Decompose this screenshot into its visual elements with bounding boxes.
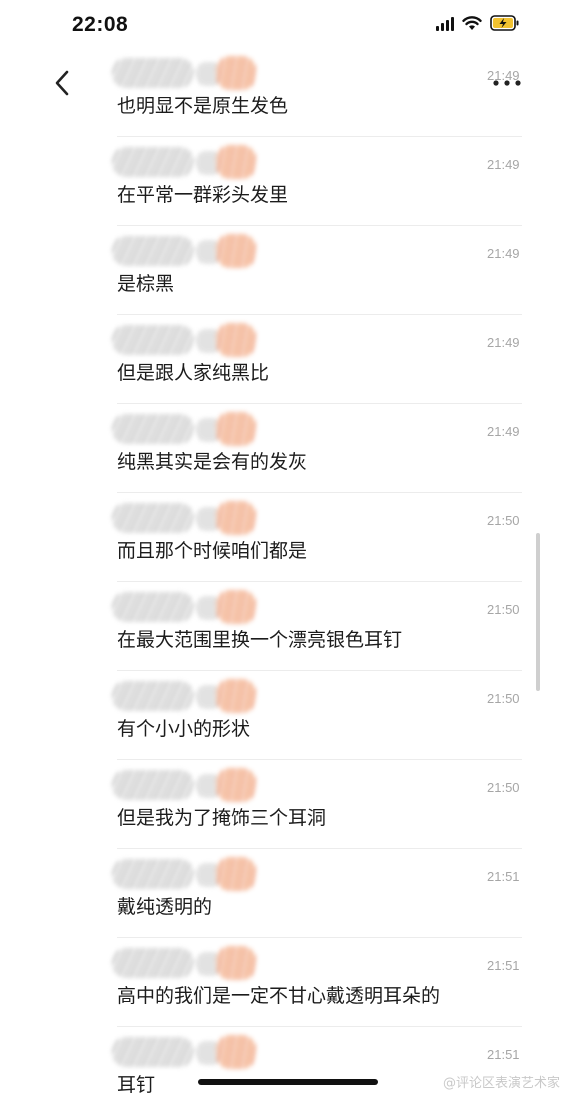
blurred-sender-name	[112, 410, 262, 450]
blurred-sender-name	[112, 232, 262, 272]
blurred-sender-name	[112, 677, 262, 717]
blurred-sender-name	[112, 855, 262, 895]
status-icons	[436, 15, 520, 31]
message-time: 21:50	[487, 602, 520, 617]
message-time: 21:50	[487, 780, 520, 795]
message-item[interactable]: 21:51 戴纯透明的	[0, 849, 568, 938]
message-time: 21:49	[487, 424, 520, 439]
message-item[interactable]: 21:50 有个小小的形状	[0, 671, 568, 760]
message-text: 但是我为了掩饰三个耳洞	[117, 807, 327, 829]
message-item[interactable]: 21:49 也明显不是原生发色	[0, 48, 568, 137]
message-text: 也明显不是原生发色	[117, 95, 289, 117]
message-time: 21:50	[487, 691, 520, 706]
message-item[interactable]: 21:49 纯黑其实是会有的发灰	[0, 404, 568, 493]
message-item[interactable]: 21:49 是棕黑	[0, 226, 568, 315]
message-text: 纯黑其实是会有的发灰	[117, 451, 308, 473]
status-time: 22:08	[72, 13, 129, 36]
message-item[interactable]: 21:49 在平常一群彩头发里	[0, 137, 568, 226]
message-item[interactable]: 21:50 在最大范围里换一个漂亮银色耳钉	[0, 582, 568, 671]
message-item[interactable]: 21:50 但是我为了掩饰三个耳洞	[0, 760, 568, 849]
battery-charging-icon	[490, 15, 519, 31]
message-time: 21:51	[487, 1047, 520, 1062]
blurred-sender-name	[112, 766, 262, 806]
message-time: 21:50	[487, 513, 520, 528]
message-text: 是棕黑	[117, 273, 175, 295]
wifi-icon	[462, 15, 482, 30]
message-text: 高中的我们是一定不甘心戴透明耳朵的	[117, 985, 441, 1007]
message-text: 耳钉	[117, 1074, 156, 1096]
blurred-sender-name	[112, 944, 262, 984]
blurred-sender-name	[112, 143, 262, 183]
message-text: 有个小小的形状	[117, 718, 251, 740]
message-text: 在最大范围里换一个漂亮银色耳钉	[117, 629, 403, 651]
blurred-sender-name	[112, 499, 262, 539]
blurred-sender-name	[112, 54, 262, 94]
message-item[interactable]: 21:50 而且那个时候咱们都是	[0, 493, 568, 582]
message-time: 21:49	[487, 68, 520, 83]
message-time: 21:51	[487, 958, 520, 973]
message-time: 21:49	[487, 157, 520, 172]
message-text: 但是跟人家纯黑比	[117, 362, 270, 384]
message-text: 在平常一群彩头发里	[117, 184, 289, 206]
cellular-signal-icon	[436, 16, 454, 31]
message-time: 21:49	[487, 246, 520, 261]
message-item[interactable]: 21:49 但是跟人家纯黑比	[0, 315, 568, 404]
message-time: 21:49	[487, 335, 520, 350]
blurred-sender-name	[112, 1033, 262, 1073]
home-indicator[interactable]	[198, 1079, 378, 1085]
blurred-sender-name	[112, 588, 262, 628]
message-text: 而且那个时候咱们都是	[117, 540, 308, 562]
message-time: 21:51	[487, 869, 520, 884]
scrollbar[interactable]	[536, 533, 540, 691]
blurred-sender-name	[112, 321, 262, 361]
status-bar: 22:08	[0, 0, 568, 52]
watermark: @评论区表演艺术家	[442, 1076, 560, 1091]
message-text: 戴纯透明的	[117, 896, 213, 918]
message-item[interactable]: 21:51 高中的我们是一定不甘心戴透明耳朵的	[0, 938, 568, 1027]
